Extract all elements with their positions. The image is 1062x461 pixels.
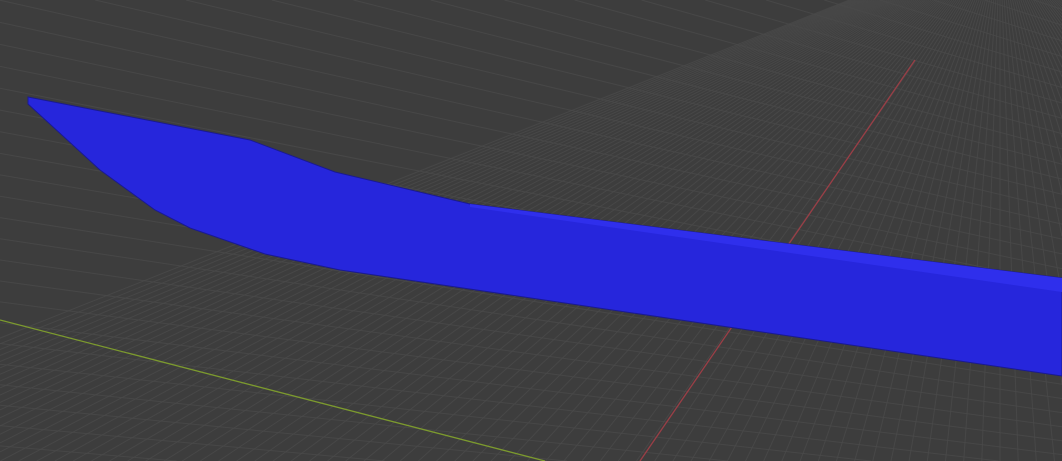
grid-line xyxy=(1012,0,1062,237)
grid-line xyxy=(1020,0,1062,118)
viewport-scene[interactable] xyxy=(0,0,1062,461)
grid-line xyxy=(0,0,867,389)
grid-line xyxy=(908,0,990,461)
grid-line xyxy=(1005,0,1055,461)
grid-line xyxy=(981,0,999,461)
grid-line xyxy=(763,0,974,461)
grid-line xyxy=(1028,0,1062,68)
grid-line xyxy=(1016,0,1062,163)
grid-line xyxy=(1001,0,1019,461)
3d-viewport[interactable] xyxy=(0,0,1062,461)
grid-line xyxy=(0,343,999,461)
grid-line xyxy=(1018,0,1062,138)
